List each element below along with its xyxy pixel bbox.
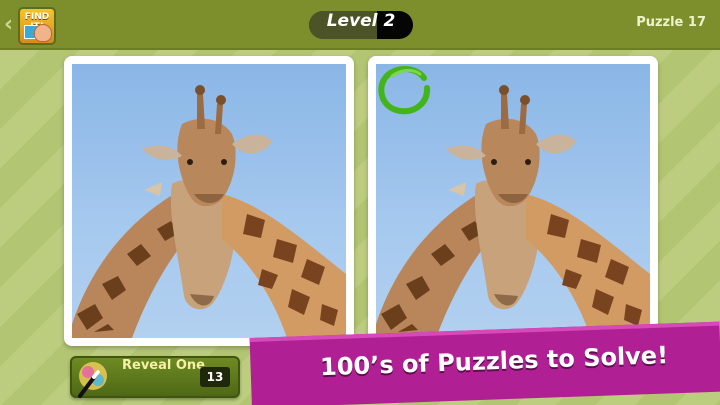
- original-picture-panel: [64, 56, 354, 346]
- original-picture[interactable]: [72, 64, 346, 338]
- top-bar: ‹ FIND IT! Level 2 Puzzle 17: [0, 0, 720, 50]
- modified-picture[interactable]: [376, 64, 650, 338]
- reveal-one-button[interactable]: Reveal One 13: [70, 356, 240, 398]
- reveal-count-badge: 13: [200, 367, 230, 387]
- reveal-one-label: Reveal One: [122, 358, 205, 373]
- giraffes-image: [72, 85, 346, 338]
- level-number: 2: [383, 11, 396, 31]
- back-chevron-icon[interactable]: ‹: [4, 12, 18, 38]
- find-it-app-icon[interactable]: FIND IT!: [18, 7, 56, 45]
- modified-picture-panel: [368, 56, 658, 346]
- hand-icon: [34, 24, 52, 42]
- level-label: Level: [326, 11, 378, 31]
- magic-wand-icon: [78, 362, 107, 398]
- found-difference-marker-icon: [378, 66, 431, 115]
- puzzle-number: Puzzle 17: [636, 15, 706, 30]
- level-indicator: Level 2: [309, 11, 413, 39]
